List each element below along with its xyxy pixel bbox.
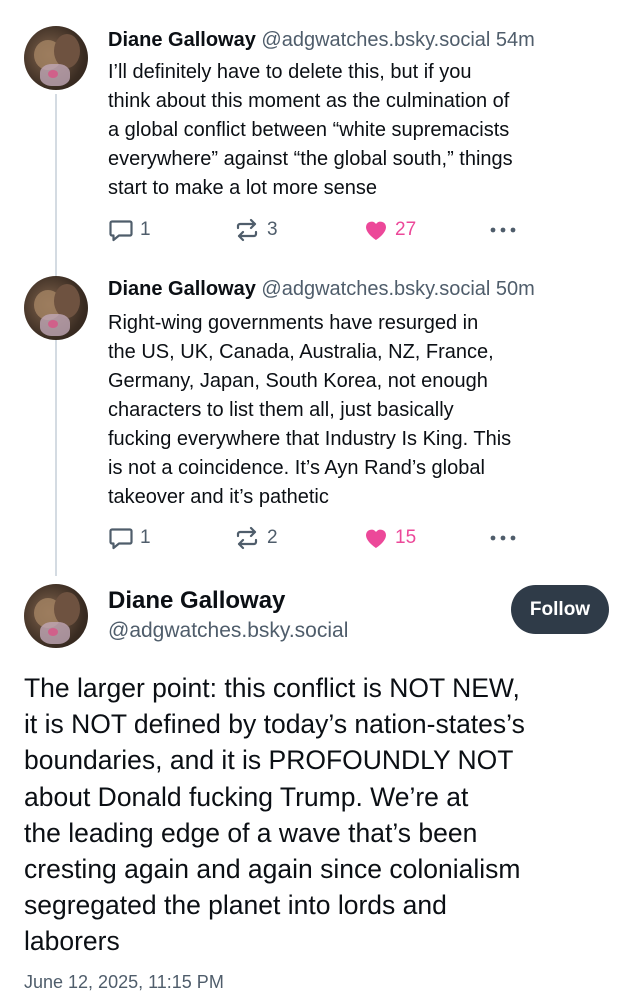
like-count: 27	[395, 219, 417, 240]
post-text-line: think about this moment as the culminati…	[108, 90, 510, 112]
repost-button[interactable]: 2	[233, 523, 278, 553]
post-time[interactable]: 50m	[496, 278, 535, 300]
repost-count: 2	[267, 527, 278, 548]
post-time[interactable]: 54m	[496, 29, 535, 51]
post-text-line: Germany, Japan, South Korea, not enough	[108, 370, 488, 392]
reply-count: 1	[140, 219, 151, 240]
author-handle[interactable]: @adgwatches.bsky.social	[261, 29, 490, 51]
repost-arrows-icon	[233, 217, 261, 243]
post-text-line: The larger point: this conflict is NOT N…	[24, 673, 520, 703]
more-button[interactable]	[488, 523, 518, 553]
post-text: Right-wing governments have resurged in …	[108, 309, 608, 512]
post-header: Diane Galloway @adgwatches.bsky.social 5…	[108, 276, 535, 302]
post-actions: 1 2 15	[108, 523, 528, 553]
main-post-text: The larger point: this conflict is NOT N…	[24, 670, 614, 960]
like-count: 15	[395, 527, 417, 548]
post-text-line: cresting again and again since coloniali…	[24, 854, 521, 885]
reply-count: 1	[140, 527, 151, 548]
like-button[interactable]: 15	[363, 523, 416, 553]
avatar[interactable]	[24, 26, 88, 90]
follow-button[interactable]: Follow	[511, 585, 609, 634]
more-dots-icon	[488, 533, 518, 543]
author-handle[interactable]: @adgwatches.bsky.social	[261, 278, 490, 300]
avatar[interactable]	[24, 276, 88, 340]
heart-filled-icon	[363, 526, 389, 550]
post-text-line: characters to list them all, just basica…	[108, 399, 454, 421]
more-dots-icon	[488, 225, 518, 235]
avatar[interactable]	[24, 584, 88, 648]
repost-count: 3	[267, 219, 278, 240]
post-text-line: takeover and it’s pathetic	[108, 486, 329, 508]
reply-bubble-icon	[108, 525, 134, 551]
post-header: Diane Galloway @adgwatches.bsky.social 5…	[108, 27, 535, 53]
author-name[interactable]: Diane Galloway	[108, 278, 256, 300]
post-actions: 1 3 27	[108, 215, 528, 245]
post-text-line: segregated the planet into lords and	[24, 890, 447, 921]
repost-button[interactable]: 3	[233, 215, 278, 245]
reply-button[interactable]: 1	[108, 215, 151, 245]
heart-filled-icon	[363, 218, 389, 242]
author-name[interactable]: Diane Galloway	[108, 586, 285, 616]
post-text-line: is not a coincidence. It’s Ayn Rand’s gl…	[108, 457, 485, 479]
post-text-line: boundaries, and it is PROFOUNDLY NOT	[24, 745, 514, 776]
post-text-line: about Donald fucking Trump. We’re at	[24, 781, 469, 812]
reply-button[interactable]: 1	[108, 523, 151, 553]
post-text-line: everywhere” against “the global south,” …	[108, 148, 513, 170]
post-text-line: I’ll definitely have to delete this, but…	[108, 61, 472, 83]
more-button[interactable]	[488, 215, 518, 245]
reply-bubble-icon	[108, 217, 134, 243]
author-name[interactable]: Diane Galloway	[108, 29, 256, 51]
repost-arrows-icon	[233, 525, 261, 551]
post-text-line: laborers	[24, 926, 120, 957]
like-button[interactable]: 27	[363, 215, 416, 245]
post-timestamp[interactable]: June 12, 2025, 11:15 PM	[24, 970, 224, 994]
post-text-line: start to make a lot more sense	[108, 177, 378, 199]
post-text: I’ll definitely have to delete this, but…	[108, 58, 608, 203]
post-text-line: a global conflict between “white suprema…	[108, 119, 510, 141]
author-handle[interactable]: @adgwatches.bsky.social	[108, 617, 348, 645]
post-text-line: it is NOT defined by today’s nation-stat…	[24, 709, 525, 740]
post-text-line: Right-wing governments have resurged in	[108, 312, 479, 334]
post-text-line: the US, UK, Canada, Australia, NZ, Franc…	[108, 341, 494, 363]
post-text-line: fucking everywhere that Industry Is King…	[108, 428, 512, 450]
post-text-line: the leading edge of a wave that’s been	[24, 817, 478, 848]
